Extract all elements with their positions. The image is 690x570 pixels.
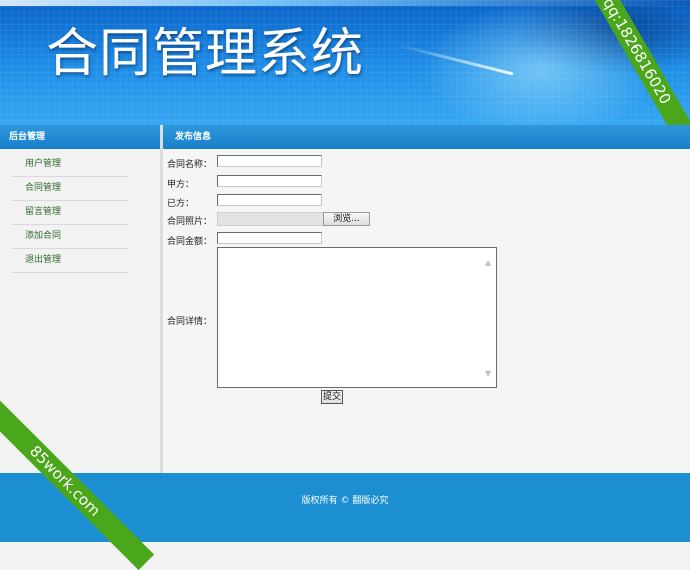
sidebar-item-add-contract[interactable]: 添加合同 bbox=[12, 225, 128, 249]
scroll-down-arrow-icon[interactable]: ▼ bbox=[485, 370, 493, 378]
copyright-text: 版权所有 © 翻版必究 bbox=[301, 496, 389, 506]
app-title: 合同管理系统 bbox=[46, 24, 365, 84]
sidebar-item-logout[interactable]: 退出管理 bbox=[12, 249, 128, 273]
party-a-input[interactable] bbox=[217, 175, 322, 187]
sidebar: 后台管理 用户管理 合同管理 留言管理 添加合同 退出管理 bbox=[0, 125, 163, 473]
submit-button[interactable]: 提交 bbox=[321, 390, 343, 404]
contract-photo-label: 合同照片： bbox=[167, 217, 213, 227]
contract-photo-file-input[interactable] bbox=[217, 212, 324, 226]
party-b-label: 已方： bbox=[167, 199, 195, 209]
scroll-up-arrow-icon[interactable]: ▲ bbox=[485, 259, 493, 267]
publish-form: 合同名称： 甲方： 已方： 合同照片： 浏览... 合同金额： 合同详情： ▲ … bbox=[163, 149, 690, 473]
party-a-label: 甲方： bbox=[167, 180, 195, 190]
sidebar-item-users[interactable]: 用户管理 bbox=[12, 153, 128, 177]
party-b-input[interactable] bbox=[217, 194, 322, 206]
browse-button[interactable]: 浏览... bbox=[323, 212, 370, 226]
contract-name-label: 合同名称： bbox=[167, 160, 213, 170]
sidebar-title: 后台管理 bbox=[0, 125, 160, 149]
header-banner: 合同管理系统 bbox=[0, 0, 690, 125]
contract-amount-label: 合同金额： bbox=[167, 237, 213, 247]
contract-details-label: 合同详情： bbox=[167, 317, 213, 327]
page-title: 发布信息 bbox=[163, 125, 690, 149]
contract-name-input[interactable] bbox=[217, 155, 322, 167]
sidebar-item-messages[interactable]: 留言管理 bbox=[12, 201, 128, 225]
contract-details-textarea[interactable]: ▲ ▼ bbox=[217, 247, 497, 388]
contract-amount-input[interactable] bbox=[217, 232, 322, 244]
sidebar-menu: 用户管理 合同管理 留言管理 添加合同 退出管理 bbox=[12, 153, 128, 273]
sidebar-item-contracts[interactable]: 合同管理 bbox=[12, 177, 128, 201]
